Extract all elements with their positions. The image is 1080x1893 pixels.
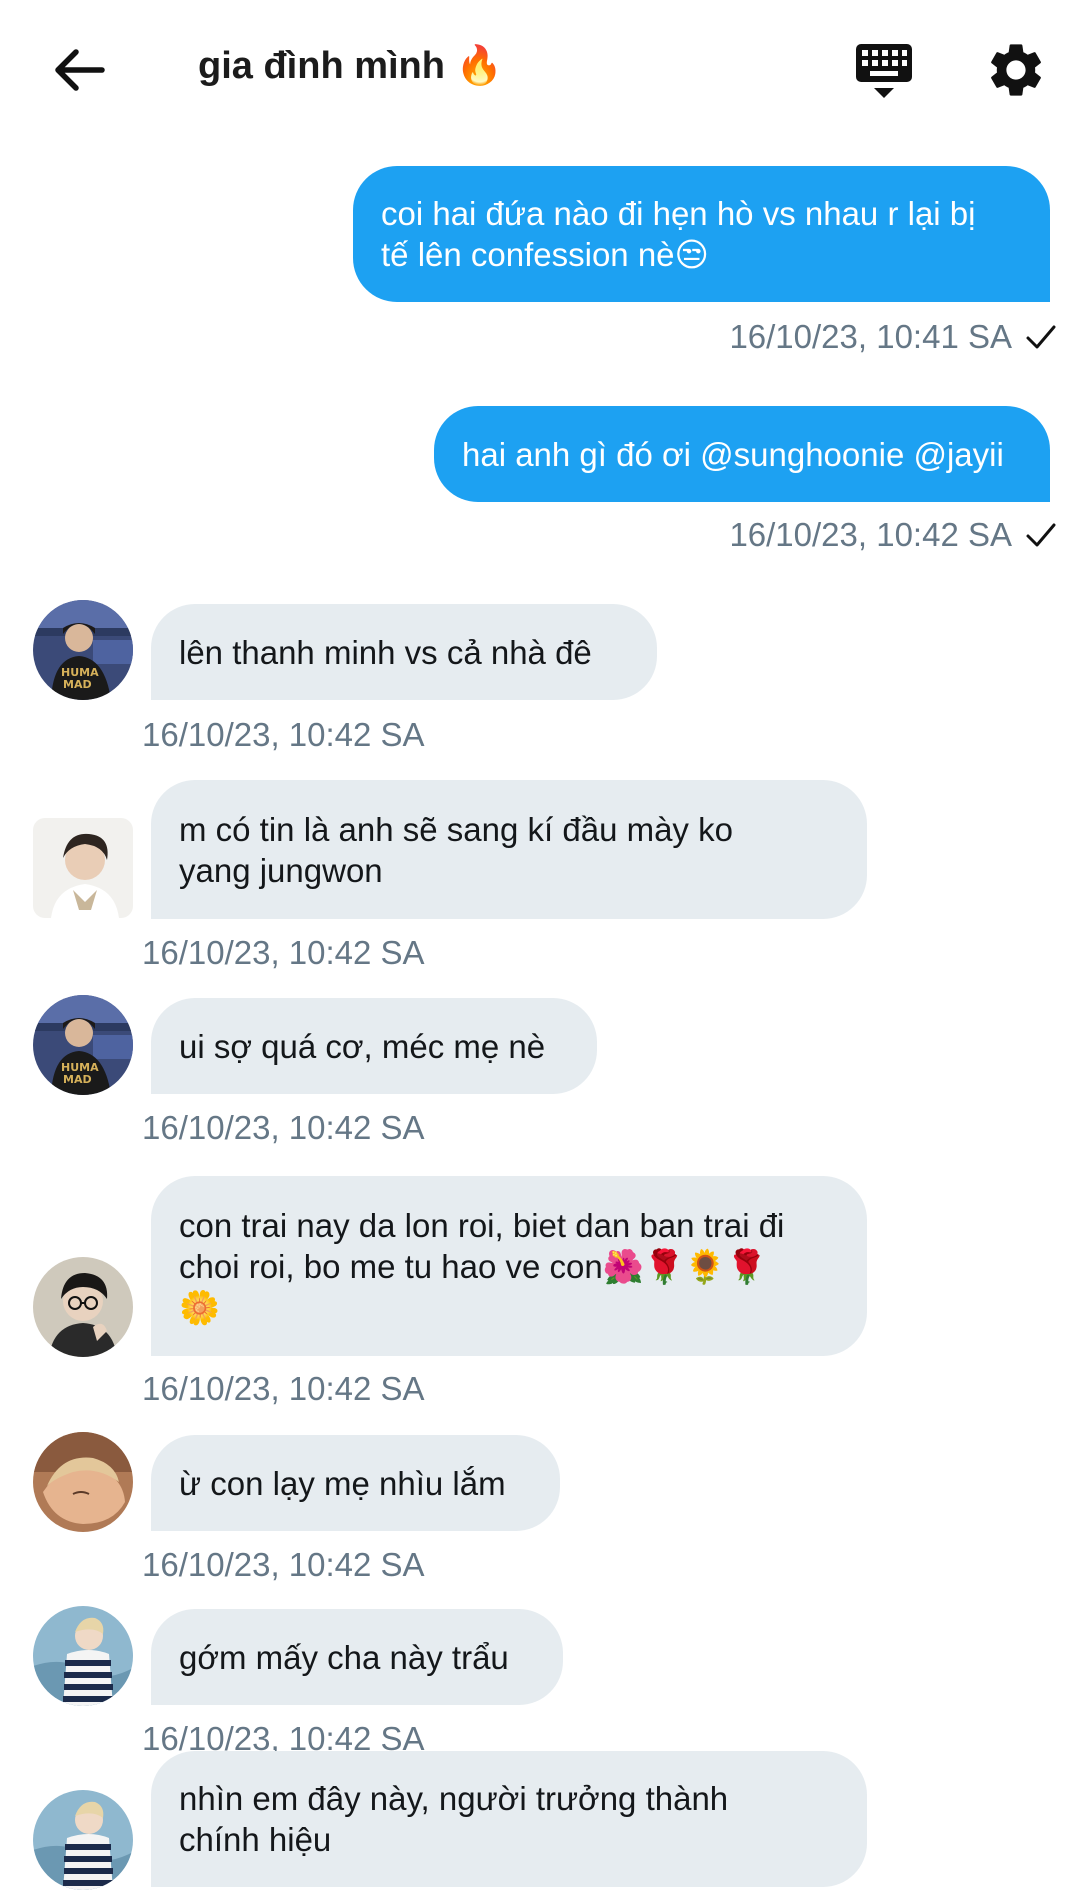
- avatar[interactable]: HUMA MAD: [33, 995, 133, 1095]
- message-timestamp: 16/10/23, 10:42 SA: [142, 1370, 425, 1407]
- message-text: nhìn em đây này, người trưởng thành chín…: [179, 1780, 729, 1858]
- message-text: coi hai đứa nào đi hẹn hò vs nhau r lại …: [381, 195, 976, 273]
- avatar-photo: HUMA MAD: [33, 600, 133, 700]
- avatar[interactable]: [33, 818, 133, 918]
- keyboard-button[interactable]: [852, 40, 916, 102]
- back-button[interactable]: [48, 38, 112, 102]
- message-bubble-incoming[interactable]: gớm mấy cha này trẩu: [151, 1609, 563, 1705]
- message-bubble-incoming[interactable]: m có tin là anh sẽ sang kí đầu mày ko ya…: [151, 780, 867, 919]
- message-bubble-incoming[interactable]: ui sợ quá cơ, méc mẹ nè: [151, 998, 597, 1094]
- message-text: gớm mấy cha này trẩu: [179, 1638, 509, 1676]
- message-text: ui sợ quá cơ, méc mẹ nè: [179, 1027, 546, 1065]
- message-timestamp: 16/10/23, 10:42 SA: [142, 934, 425, 971]
- svg-text:MAD: MAD: [63, 678, 92, 691]
- conversation-title: gia đình mình 🔥: [198, 45, 503, 87]
- svg-text:MAD: MAD: [63, 1073, 92, 1086]
- message-text: con trai nay da lon roi, biet dan ban tr…: [179, 1206, 785, 1326]
- settings-button[interactable]: [984, 38, 1048, 102]
- message-bubble-outgoing[interactable]: hai anh gì đó ơi @sunghoonie @jayii: [434, 406, 1050, 502]
- message-bubble-incoming[interactable]: ừ con lạy mẹ nhìu lắm: [151, 1435, 560, 1531]
- read-check-icon: [1026, 523, 1056, 547]
- message-bubble-incoming[interactable]: nhìn em đây này, người trưởng thành chín…: [151, 1751, 867, 1887]
- avatar-photo: [33, 1257, 133, 1357]
- chat-header: gia đình mình 🔥: [0, 0, 1080, 140]
- avatar-photo: [33, 1790, 133, 1890]
- message-bubble-incoming[interactable]: lên thanh minh vs cả nhà đê: [151, 604, 657, 700]
- avatar[interactable]: [33, 1432, 133, 1532]
- avatar-photo: [33, 1432, 133, 1532]
- message-text: hai anh gì đó ơi @sunghoonie @jayii: [462, 435, 1004, 473]
- message-timestamp: 16/10/23, 10:42 SA: [142, 1546, 425, 1583]
- message-bubble-incoming[interactable]: con trai nay da lon roi, biet dan ban tr…: [151, 1176, 867, 1356]
- message-timestamp: 16/10/23, 10:42 SA: [729, 516, 1012, 553]
- message-timestamp: 16/10/23, 10:42 SA: [142, 716, 425, 753]
- avatar[interactable]: [33, 1606, 133, 1706]
- message-timestamp: 16/10/23, 10:41 SA: [729, 318, 1012, 355]
- avatar-photo: HUMA MAD: [33, 995, 133, 1095]
- avatar-photo: [33, 1606, 133, 1706]
- arrow-left-icon: [55, 49, 105, 91]
- message-text: lên thanh minh vs cả nhà đê: [179, 633, 592, 671]
- message-bubble-outgoing[interactable]: coi hai đứa nào đi hẹn hò vs nhau r lại …: [353, 166, 1050, 302]
- message-timestamp: 16/10/23, 10:42 SA: [142, 1109, 425, 1146]
- avatar[interactable]: [33, 1790, 133, 1890]
- gear-icon: [991, 44, 1041, 96]
- message-text: ừ con lạy mẹ nhìu lắm: [179, 1464, 506, 1502]
- avatar[interactable]: HUMA MAD: [33, 600, 133, 700]
- message-text: m có tin là anh sẽ sang kí đầu mày ko ya…: [179, 810, 733, 889]
- avatar[interactable]: [33, 1257, 133, 1357]
- read-check-icon: [1026, 325, 1056, 349]
- keyboard-icon: [856, 44, 912, 98]
- avatar-photo: [33, 818, 133, 918]
